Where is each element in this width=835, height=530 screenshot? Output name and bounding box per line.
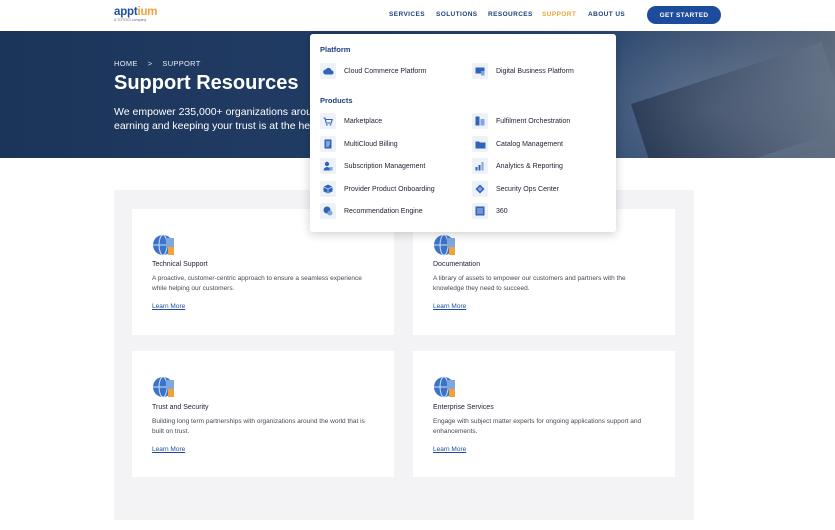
card-title: Technical Support (152, 261, 208, 268)
support-dropdown-menu: Platform Cloud Commerce Platform Digital… (310, 34, 616, 232)
menu-item-digital-business-platform[interactable]: Digital Business Platform (472, 63, 574, 79)
dropdown-heading-platform: Platform (320, 45, 351, 54)
dropdown-heading-products: Products (320, 96, 353, 105)
card-title: Enterprise Services (433, 404, 494, 411)
recommendation-icon (320, 203, 336, 219)
breadcrumb: HOME > SUPPORT (114, 59, 201, 68)
cloud-icon (320, 63, 336, 79)
business-platform-icon (472, 63, 488, 79)
card-enterprise-services: Enterprise Services Engage with subject … (413, 351, 675, 477)
nav-resources[interactable]: RESOURCES (488, 11, 533, 18)
card-trust-and-security: Trust and Security Building long term pa… (132, 351, 394, 477)
learn-more-link[interactable]: Learn More (433, 303, 466, 310)
hero-desc-line-2: earning and keeping your trust is at the… (114, 120, 311, 132)
nav-solutions[interactable]: SOLUTIONS (436, 11, 478, 18)
support-cards-panel: Technical Support A proactive, customer-… (114, 190, 694, 520)
menu-item-marketplace[interactable]: Marketplace (320, 113, 382, 129)
nav-services[interactable]: SERVICES (389, 11, 425, 18)
card-description: Building long term partnerships with org… (152, 418, 365, 435)
menu-item-catalog-management[interactable]: Catalog Management (472, 136, 563, 152)
menu-item-subscription-management[interactable]: Subscription Management (320, 158, 425, 174)
site-header: apptium A TOTOGI company SERVICES SOLUTI… (0, 0, 835, 31)
globe-enterprise-icon (434, 376, 455, 398)
billing-icon (320, 136, 336, 152)
menu-item-recommendation-engine[interactable]: Recommendation Engine (320, 203, 423, 219)
hero-desc-line-1: We empower 235,000+ organizations arou (114, 106, 312, 118)
globe-documentation-icon (434, 234, 455, 256)
menu-item-security-ops-center[interactable]: Security Ops Center (472, 181, 559, 197)
globe-security-icon (153, 376, 174, 398)
folder-icon (472, 136, 488, 152)
card-description: Engage with subject matter experts for o… (433, 418, 642, 435)
nav-about-us[interactable]: ABOUT US (588, 11, 625, 18)
dashboard-360-icon (472, 203, 488, 219)
cart-icon (320, 113, 336, 129)
hero-description: We empower 235,000+ organizations arou e… (114, 105, 312, 133)
nav-support[interactable]: SUPPORT (542, 11, 576, 18)
card-title: Documentation (433, 261, 481, 268)
get-started-button[interactable]: GET STARTED (647, 6, 721, 24)
orchestration-icon (472, 113, 488, 129)
menu-item-cloud-commerce-platform[interactable]: Cloud Commerce Platform (320, 63, 426, 79)
box-icon (320, 181, 336, 197)
menu-item-multicloud-billing[interactable]: MultiCloud Billing (320, 136, 398, 152)
user-subscription-icon (320, 158, 336, 174)
menu-item-fulfilment-orchestration[interactable]: Fulfilment Orchestration (472, 113, 570, 129)
breadcrumb-current: SUPPORT (162, 59, 201, 68)
breadcrumb-separator-icon: > (147, 59, 153, 68)
logo-tagline: A TOTOGI company (114, 18, 147, 22)
learn-more-link[interactable]: Learn More (152, 303, 185, 310)
menu-item-provider-product-onboarding[interactable]: Provider Product Onboarding (320, 181, 435, 197)
menu-item-360[interactable]: 360 (472, 203, 508, 219)
logo-wordmark: apptium (114, 6, 158, 18)
card-description: A library of assets to empower our custo… (433, 275, 626, 292)
card-description: A proactive, customer-centric approach t… (152, 275, 362, 292)
page-title: Support Resources (114, 72, 299, 94)
menu-item-analytics-reporting[interactable]: Analytics & Reporting (472, 158, 563, 174)
breadcrumb-home[interactable]: HOME (114, 59, 138, 68)
learn-more-link[interactable]: Learn More (152, 446, 185, 453)
security-diamond-icon (472, 181, 488, 197)
apptium-logo[interactable]: apptium A TOTOGI company (114, 6, 174, 26)
globe-support-icon (153, 234, 174, 256)
analytics-chart-icon (472, 158, 488, 174)
learn-more-link[interactable]: Learn More (433, 446, 466, 453)
card-title: Trust and Security (152, 404, 209, 411)
